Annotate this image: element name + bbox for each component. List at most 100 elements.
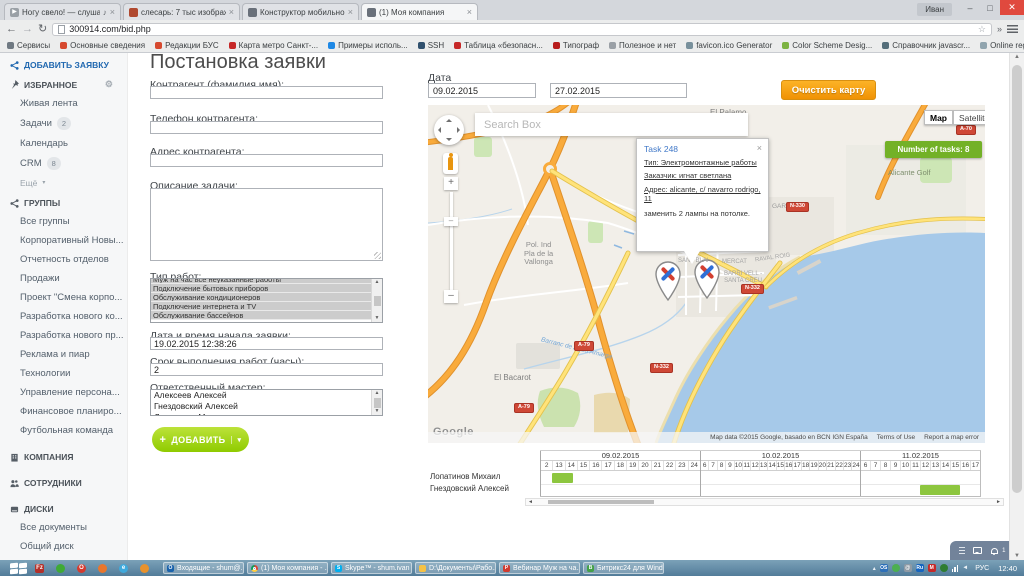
scroll-thumb[interactable] bbox=[374, 296, 381, 306]
scroll-thumb[interactable] bbox=[1012, 65, 1022, 493]
worktype-option[interactable]: Подключение интернета и TV bbox=[151, 302, 371, 311]
quick-launch-icon[interactable] bbox=[56, 564, 65, 573]
zoom-out-button[interactable]: – bbox=[444, 290, 458, 303]
bookmark-item[interactable]: Color Scheme Desig... bbox=[782, 41, 872, 50]
sidebar-section-people[interactable]: СОТРУДНИКИ bbox=[0, 473, 127, 492]
sidebar-section-disk[interactable]: ДИСКИ bbox=[0, 499, 127, 518]
bookmark-item[interactable]: Типограф bbox=[553, 41, 599, 50]
sidebar-item[interactable]: Проект "Смена корпо... bbox=[0, 288, 127, 307]
zoom-slider-track[interactable] bbox=[450, 192, 453, 290]
network-icon[interactable] bbox=[952, 565, 959, 572]
url-text[interactable]: 300914.com/bid.php bbox=[69, 24, 151, 34]
taskbar-app-button[interactable]: OВходящие - shum@... bbox=[163, 562, 244, 574]
bookmark-item[interactable]: Сервисы bbox=[7, 41, 50, 50]
worktype-option[interactable]: Обслуживание бассейнов bbox=[151, 311, 371, 320]
messenger-list-icon[interactable] bbox=[959, 547, 965, 554]
map-type-map-button[interactable]: Map bbox=[924, 110, 953, 125]
report-error-link[interactable]: Report a map error bbox=[924, 434, 979, 441]
scroll-down-icon[interactable]: ▼ bbox=[375, 316, 380, 321]
schedule-bar[interactable] bbox=[552, 473, 573, 483]
sidebar-item[interactable]: Отчетность отделов bbox=[0, 250, 127, 269]
bookmark-item[interactable]: favicon.ico Generator bbox=[686, 41, 772, 50]
sidebar-item[interactable]: Ещё▾ bbox=[0, 174, 127, 193]
bookmark-item[interactable]: Полезное и нет bbox=[609, 41, 676, 50]
taskbar-app-button[interactable]: BБитрикс24 для Wind... bbox=[583, 562, 664, 574]
bookmark-item[interactable]: Online regex tester a... bbox=[980, 41, 1024, 50]
browser-tab[interactable]: (1) Моя компания× bbox=[361, 3, 478, 20]
scroll-thumb[interactable] bbox=[374, 398, 381, 408]
timeline-hscrollbar[interactable]: ◄ ► bbox=[525, 498, 1004, 506]
scroll-right-icon[interactable]: ► bbox=[996, 499, 1001, 505]
taskbar-app-button[interactable]: (1) Моя компания - ... bbox=[247, 562, 328, 574]
sidebar-section-pin[interactable]: ИЗБРАННОЕ⚙ bbox=[0, 74, 127, 94]
chevron-down-icon[interactable]: ▾ bbox=[231, 436, 242, 444]
tray-icon-1[interactable]: OS bbox=[880, 564, 888, 572]
master-option[interactable]: Гнездовский Алексей bbox=[151, 401, 371, 412]
tab-close-icon[interactable]: × bbox=[229, 7, 234, 17]
scroll-left-icon[interactable]: ◄ bbox=[528, 499, 533, 505]
sidebar-section-building[interactable]: КОМПАНИЯ bbox=[0, 447, 127, 466]
info-window-task-link[interactable]: Task 248 bbox=[644, 144, 761, 154]
taskbar-app-button[interactable]: PВебинар Муж на ча... bbox=[499, 562, 580, 574]
sidebar-add-request-link[interactable]: ДОБАВИТЬ ЗАЯВКУ bbox=[0, 56, 127, 74]
reload-icon[interactable]: ↻ bbox=[38, 24, 47, 35]
sidebar-item[interactable]: Календарь bbox=[0, 134, 127, 153]
speaker-icon[interactable]: ◄ bbox=[962, 565, 968, 571]
sidebar-item[interactable]: Финансовое планиро... bbox=[0, 402, 127, 421]
sidebar-item[interactable]: Разработка нового ко... bbox=[0, 307, 127, 326]
tab-close-icon[interactable]: × bbox=[467, 7, 472, 17]
sidebar-item[interactable]: Продажи bbox=[0, 269, 127, 288]
start-datetime-input[interactable] bbox=[150, 337, 383, 350]
pan-up-icon[interactable] bbox=[446, 119, 452, 122]
quick-launch-icon[interactable]: O bbox=[77, 564, 86, 573]
info-window-close-icon[interactable]: × bbox=[757, 143, 762, 153]
sidebar-item[interactable]: Разработка нового пр... bbox=[0, 326, 127, 345]
bookmark-item[interactable]: Основные сведения bbox=[60, 41, 145, 50]
bookmark-item[interactable]: SSH bbox=[418, 41, 444, 50]
worktype-multiselect[interactable]: Муж на час все неуказанные работыПодключ… bbox=[150, 278, 383, 323]
sidebar-item[interactable]: CRM8 bbox=[0, 153, 127, 174]
pan-down-icon[interactable] bbox=[446, 138, 452, 141]
quick-launch-icon[interactable] bbox=[140, 564, 149, 573]
worktype-option[interactable]: Подключение бытовых приборов bbox=[151, 284, 371, 293]
date-from-input[interactable] bbox=[428, 83, 536, 98]
contractor-input[interactable] bbox=[150, 86, 383, 99]
sidebar-item[interactable]: Живая лента bbox=[0, 94, 127, 113]
start-button[interactable] bbox=[10, 563, 27, 574]
quick-launch-icon[interactable]: e bbox=[119, 564, 128, 573]
worktype-option[interactable]: Обслуживание кондиционеров bbox=[151, 293, 371, 302]
tray-icon-4[interactable]: Ru bbox=[916, 564, 924, 572]
address-bar[interactable]: 300914.com/bid.php ☆ bbox=[52, 23, 992, 36]
bookmark-item[interactable]: Карта метро Санкт-... bbox=[229, 41, 318, 50]
taskbar-app-button[interactable]: SSkype™ - shum.ivan bbox=[331, 562, 412, 574]
back-icon[interactable]: ← bbox=[6, 24, 17, 35]
master-option[interactable]: Лопатинов Михаил bbox=[151, 412, 371, 415]
address-input[interactable] bbox=[150, 154, 383, 167]
overflow-chevrons-icon[interactable]: » bbox=[997, 24, 1002, 34]
sidebar-section-share[interactable]: ГРУППЫ bbox=[0, 193, 127, 212]
tray-icon-6[interactable] bbox=[940, 564, 948, 572]
terms-of-use-link[interactable]: Terms of Use bbox=[877, 434, 915, 441]
sidebar-item[interactable]: Все документы bbox=[0, 518, 127, 537]
sidebar-item[interactable]: Корпоративный Новы... bbox=[0, 231, 127, 250]
map-search-input[interactable] bbox=[475, 113, 748, 136]
browser-profile[interactable]: Иван bbox=[917, 3, 952, 16]
sidebar-item[interactable]: Футбольная команда bbox=[0, 421, 127, 440]
tray-icon-2[interactable] bbox=[892, 564, 900, 572]
scroll-up-icon[interactable]: ▲ bbox=[375, 280, 380, 285]
submit-add-button[interactable]: + ДОБАВИТЬ ▾ bbox=[152, 427, 249, 452]
language-indicator[interactable]: РУС bbox=[975, 565, 989, 572]
clock[interactable]: 12:40 bbox=[998, 564, 1017, 573]
scroll-up-icon[interactable]: ▲ bbox=[375, 391, 380, 396]
master-option[interactable]: Алексеев Алексей bbox=[151, 390, 371, 401]
page-scrollbar[interactable]: ▲ ▼ bbox=[1009, 53, 1024, 560]
phone-input[interactable] bbox=[150, 121, 383, 134]
date-to-input[interactable] bbox=[550, 83, 687, 98]
gear-icon[interactable]: ⚙ bbox=[105, 79, 113, 90]
map-pan-control[interactable] bbox=[434, 115, 464, 145]
tray-icon-5[interactable]: M bbox=[928, 564, 936, 572]
notifications-bell-icon[interactable] bbox=[991, 548, 998, 554]
tray-expand-icon[interactable]: ▴ bbox=[873, 565, 876, 572]
tab-close-icon[interactable]: × bbox=[348, 7, 353, 17]
sidebar-item[interactable]: Задачи2 bbox=[0, 113, 127, 134]
